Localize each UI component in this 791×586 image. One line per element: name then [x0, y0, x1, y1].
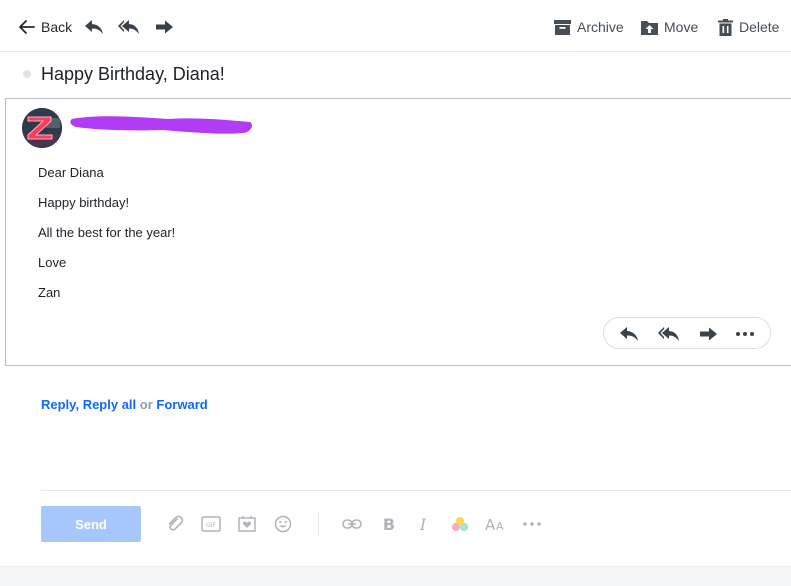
- delete-button[interactable]: Delete: [718, 14, 779, 40]
- reply-all-link[interactable]: Reply all: [83, 397, 136, 412]
- gif-icon: GIF: [201, 516, 221, 532]
- color-icon: [452, 517, 468, 531]
- attachment-icon: [168, 515, 184, 531]
- svg-text:GIF: GIF: [206, 522, 216, 529]
- text-color-button[interactable]: [449, 514, 471, 534]
- body-line: All the best for the year!: [38, 225, 176, 240]
- message-subject: Happy Birthday, Diana!: [41, 64, 225, 84]
- forward-button[interactable]: [156, 14, 174, 40]
- delete-label: Delete: [739, 19, 780, 35]
- sticker-button[interactable]: [236, 514, 258, 534]
- trash-icon: [718, 18, 733, 36]
- svg-text:I: I: [419, 516, 427, 532]
- back-arrow-icon: [19, 20, 35, 34]
- reply-all-button[interactable]: [118, 14, 140, 40]
- reply-all-icon: [658, 327, 679, 341]
- reply-comma: ,: [75, 397, 80, 412]
- back-button[interactable]: Back: [19, 14, 72, 40]
- reply-icon: [620, 327, 638, 341]
- gif-button[interactable]: GIF: [200, 514, 222, 534]
- font-size-icon: AA: [485, 516, 504, 532]
- forward-icon: [700, 327, 717, 341]
- bottom-strip: [0, 566, 791, 586]
- italic-icon: I: [419, 516, 427, 532]
- subject-row: Happy Birthday, Diana!: [0, 52, 791, 98]
- message-card: Dear Diana Happy birthday! All the best …: [5, 98, 791, 366]
- body-line: Happy birthday!: [38, 195, 130, 210]
- reply-icon: [85, 20, 103, 34]
- body-line: Zan: [38, 285, 61, 300]
- reply-button[interactable]: [617, 324, 641, 344]
- reply-link[interactable]: Reply: [41, 397, 75, 412]
- message-toolbar: Back Archive Move Delete: [0, 0, 791, 52]
- body-line: Love: [38, 255, 67, 270]
- forward-icon: [156, 20, 173, 34]
- or-text: or: [139, 397, 153, 412]
- back-label: Back: [41, 19, 73, 35]
- reply-all-button[interactable]: [657, 324, 681, 344]
- attach-button[interactable]: [164, 514, 186, 534]
- bold-button[interactable]: B: [378, 514, 400, 534]
- send-button[interactable]: Send: [41, 506, 141, 542]
- unread-dot-icon: [23, 70, 31, 78]
- forward-link[interactable]: Forward: [156, 397, 207, 412]
- more-icon: [736, 332, 754, 336]
- svg-text:A: A: [485, 516, 496, 532]
- avatar-z-logo-icon: [22, 108, 62, 148]
- reply-links: Reply, Reply all or Forward: [41, 397, 208, 412]
- emoji-icon: [274, 515, 292, 533]
- link-icon: [342, 519, 362, 529]
- svg-text:A: A: [496, 520, 504, 532]
- sticker-icon: [238, 516, 256, 532]
- compose-divider: [41, 490, 791, 491]
- svg-text:B: B: [383, 516, 395, 532]
- more-format-button[interactable]: [521, 514, 543, 534]
- message-body: Dear Diana Happy birthday! All the best …: [38, 165, 175, 315]
- reply-all-icon: [118, 20, 139, 34]
- reply-button[interactable]: [84, 14, 104, 40]
- bold-icon: B: [383, 516, 395, 532]
- move-button[interactable]: Move: [641, 14, 698, 40]
- more-icon: [523, 522, 541, 526]
- sender-avatar[interactable]: [22, 108, 62, 148]
- emoji-button[interactable]: [272, 514, 294, 534]
- move-icon: [641, 20, 658, 35]
- archive-label: Archive: [577, 19, 624, 35]
- font-size-button[interactable]: AA: [485, 514, 507, 534]
- archive-button[interactable]: Archive: [554, 14, 624, 40]
- toolbar-separator: [318, 512, 319, 536]
- message-actions: [603, 317, 771, 349]
- forward-button[interactable]: [697, 324, 721, 344]
- italic-button[interactable]: I: [412, 514, 434, 534]
- link-button[interactable]: [341, 514, 363, 534]
- move-label: Move: [664, 19, 699, 35]
- more-actions-button[interactable]: [733, 324, 757, 344]
- body-line: Dear Diana: [38, 165, 104, 180]
- redacted-sender-name: [70, 116, 252, 134]
- archive-icon: [554, 19, 571, 35]
